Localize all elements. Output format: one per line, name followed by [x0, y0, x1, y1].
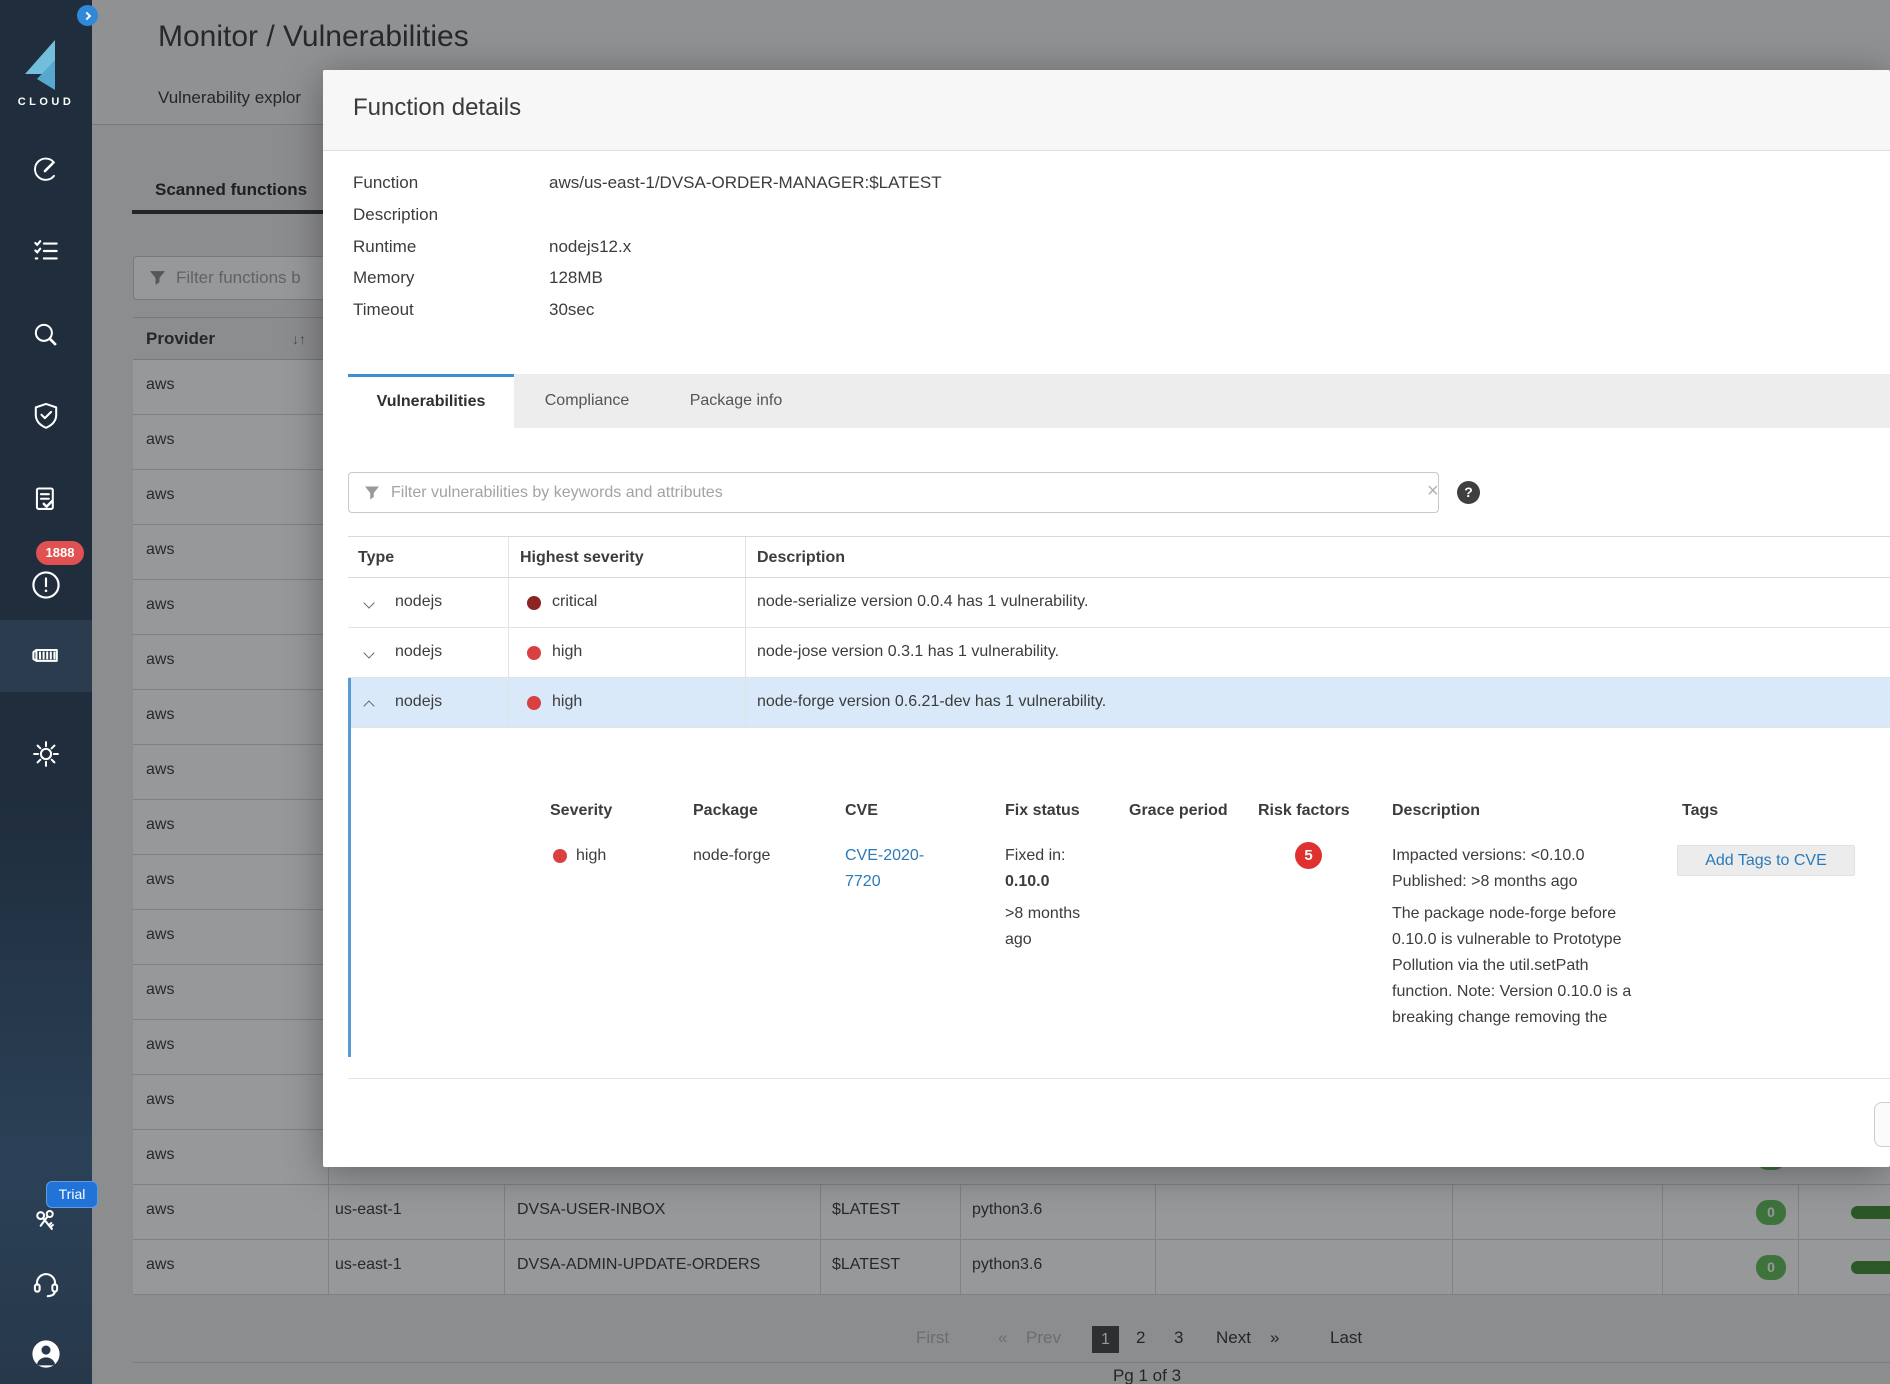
- sidebar-item-support[interactable]: [0, 1254, 92, 1318]
- alerts-count-badge: 1888: [36, 541, 84, 565]
- shield-check-icon: [29, 400, 63, 434]
- modal-tabbar: Vulnerabilities Compliance Package info: [348, 374, 1890, 428]
- detail-impacted-versions: Impacted versions: <0.10.0: [1392, 843, 1654, 869]
- sidebar-item-containers[interactable]: [0, 620, 92, 692]
- tab-compliance[interactable]: Compliance: [514, 374, 660, 428]
- vuln-row-expanded[interactable]: nodejs high node-forge version 0.6.21-de…: [348, 678, 1890, 728]
- detail-col-grace-period: Grace period: [1129, 802, 1228, 820]
- checklist-icon: [30, 235, 62, 267]
- app-screen: CLOUD: [0, 0, 1890, 1384]
- severity-dot-high: [527, 696, 541, 710]
- chevron-down-icon[interactable]: [363, 597, 374, 608]
- sidebar-expand-button[interactable]: [77, 5, 98, 26]
- detail-fix-age: >8 months ago: [1005, 901, 1100, 953]
- clear-filter-icon[interactable]: ×: [1427, 480, 1439, 503]
- funnel-icon: [364, 485, 380, 500]
- sidebar-item-dashboard[interactable]: [0, 138, 92, 202]
- detail-label: Memory: [353, 268, 414, 288]
- detail-fix-version: 0.10.0: [1005, 869, 1049, 895]
- detail-label: Runtime: [353, 237, 416, 257]
- col-description: Description: [757, 549, 845, 567]
- detail-label: Description: [353, 205, 438, 225]
- modal-title: Function details: [353, 94, 521, 122]
- sidebar-item-compliance[interactable]: [0, 385, 92, 449]
- sidebar-item-checklist[interactable]: [0, 219, 92, 283]
- risk-factors-badge[interactable]: 5: [1295, 842, 1322, 869]
- modal-action-button-partial[interactable]: [1874, 1102, 1890, 1147]
- chevron-up-icon[interactable]: [363, 700, 374, 711]
- detail-col-package: Package: [693, 802, 758, 820]
- detail-col-cve: CVE: [845, 802, 878, 820]
- severity-dot-high: [553, 849, 567, 863]
- keys-icon: [30, 1206, 62, 1238]
- sidebar-item-settings[interactable]: [0, 722, 92, 786]
- detail-col-severity: Severity: [550, 802, 612, 820]
- container-icon: [28, 638, 64, 674]
- sidebar-item-search[interactable]: [0, 303, 92, 367]
- cve-link[interactable]: CVE-2020-7720: [845, 843, 945, 895]
- detail-col-description: Description: [1392, 802, 1480, 820]
- detail-description-text: The package node-forge before 0.10.0 is …: [1392, 901, 1650, 1031]
- trial-badge: Trial: [46, 1181, 98, 1208]
- user-avatar-icon: [29, 1337, 63, 1371]
- gear-icon: [29, 737, 63, 771]
- tab-package-info[interactable]: Package info: [660, 374, 812, 428]
- col-type: Type: [358, 549, 394, 567]
- vuln-row[interactable]: nodejs high node-jose version 0.3.1 has …: [348, 628, 1890, 678]
- detail-value: aws/us-east-1/DVSA-ORDER-MANAGER:$LATEST: [549, 173, 942, 193]
- detail-value: nodejs12.x: [549, 237, 631, 257]
- chevron-right-icon: [82, 11, 90, 19]
- brand-logo: [22, 36, 70, 97]
- sidebar-item-reports[interactable]: [0, 469, 92, 533]
- logo-mark-icon: [22, 36, 70, 92]
- add-tags-to-cve-button[interactable]: Add Tags to CVE: [1677, 845, 1855, 876]
- severity-dot-critical: [527, 596, 541, 610]
- expanded-row-indicator: [348, 678, 351, 1057]
- document-check-icon: [29, 484, 63, 518]
- modal-header: [323, 70, 1890, 151]
- detail-value: 30sec: [549, 300, 594, 320]
- detail-package: node-forge: [693, 843, 770, 869]
- detail-severity: high: [576, 843, 606, 869]
- detail-label: Timeout: [353, 300, 414, 320]
- logo-text: CLOUD: [0, 96, 92, 108]
- vuln-row[interactable]: nodejs critical node-serialize version 0…: [348, 578, 1890, 628]
- headset-icon: [29, 1269, 63, 1303]
- detail-col-risk-factors: Risk factors: [1258, 802, 1350, 820]
- detail-published: Published: >8 months ago: [1392, 869, 1654, 895]
- detail-col-fix-status: Fix status: [1005, 802, 1080, 820]
- detail-col-tags: Tags: [1682, 802, 1718, 820]
- chevron-down-icon[interactable]: [363, 647, 374, 658]
- detail-label: Function: [353, 173, 418, 193]
- help-icon[interactable]: ?: [1457, 481, 1480, 504]
- severity-dot-high: [527, 646, 541, 660]
- function-details-modal: Function details Function aws/us-east-1/…: [323, 70, 1890, 1167]
- detail-fix-label: Fixed in:: [1005, 843, 1065, 869]
- tab-vulnerabilities[interactable]: Vulnerabilities: [348, 374, 514, 428]
- vulnerabilities-filter-input[interactable]: [391, 473, 1208, 512]
- sidebar: CLOUD: [0, 0, 92, 1384]
- col-severity: Highest severity: [520, 549, 644, 567]
- vuln-table-header: Type Highest severity Description: [348, 536, 1890, 578]
- detail-value: 128MB: [549, 268, 603, 288]
- expanded-panel-divider: [348, 1078, 1890, 1079]
- sidebar-item-profile[interactable]: [0, 1322, 92, 1384]
- main-content: Monitor / Vulnerabilities Vulnerability …: [92, 0, 1890, 1384]
- alert-circle-icon: [28, 567, 64, 603]
- vulnerabilities-filter: ×: [348, 472, 1439, 513]
- speedometer-icon: [30, 154, 62, 186]
- vulnerabilities-table: Type Highest severity Description nodejs…: [348, 536, 1890, 728]
- search-icon: [30, 319, 62, 351]
